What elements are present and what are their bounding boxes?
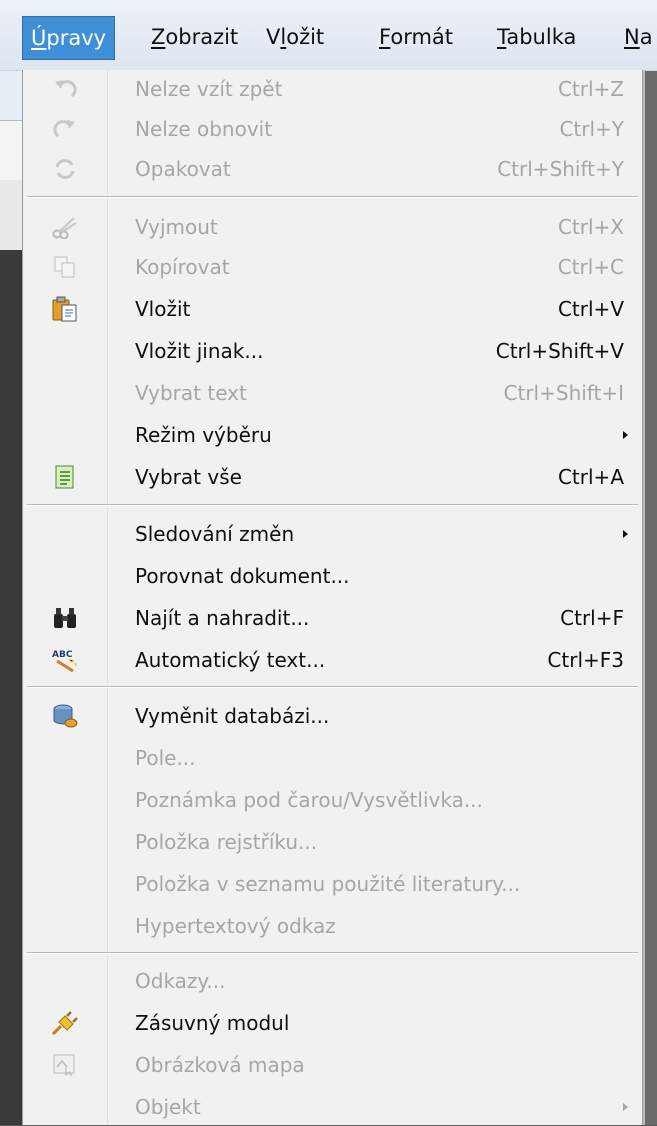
submenu-arrow-icon [623, 530, 628, 538]
menu-item-repeat[interactable]: Opakovat Ctrl+Shift+Y [23, 150, 642, 188]
menu-item-label: Nelze obnovit [135, 117, 273, 141]
menu-item-shortcut: Ctrl+Shift+I [503, 381, 624, 405]
menu-item-shortcut: Ctrl+C [557, 255, 624, 279]
menu-item-shortcut: Ctrl+Shift+Y [497, 157, 624, 181]
menu-format[interactable]: Formát [371, 14, 461, 60]
menu-item-label: Poznámka pod čarou/Vysvětlivka... [135, 788, 483, 812]
menu-item-shortcut: Ctrl+A [557, 465, 624, 489]
copy-icon [51, 253, 79, 281]
select-all-icon [51, 463, 79, 491]
menu-item-selection-mode[interactable]: Režim výběru [23, 416, 642, 454]
menu-item-shortcut: Ctrl+Z [557, 77, 624, 101]
menu-item-select-all[interactable]: Vybrat vše Ctrl+A [23, 458, 642, 496]
menu-item-undo[interactable]: Nelze vzít zpět Ctrl+Z [23, 70, 642, 108]
menu-item-find-replace[interactable]: Najít a nahradit... Ctrl+F [23, 599, 642, 637]
svg-text:ABC: ABC [52, 650, 73, 660]
menu-item-shortcut: Ctrl+V [557, 297, 624, 321]
menu-item-links[interactable]: Odkazy... [23, 962, 642, 1000]
menu-item-plugin[interactable]: Zásuvný modul [23, 1004, 642, 1042]
repeat-icon [51, 155, 79, 183]
binoculars-icon [51, 604, 79, 632]
menu-item-label: Opakovat [135, 157, 231, 181]
menu-item-autotext[interactable]: ABC Automatický text... Ctrl+F3 [23, 641, 642, 679]
menu-separator [27, 952, 638, 954]
menu-item-paste[interactable]: Vložit Ctrl+V [23, 290, 642, 328]
paste-icon [51, 295, 79, 323]
menu-item-redo[interactable]: Nelze obnovit Ctrl+Y [23, 110, 642, 148]
menu-bar: Úpravy Zobrazit Vložit Formát Tabulka Na [0, 0, 657, 71]
menu-item-label: Najít a nahradit... [135, 606, 310, 630]
menu-separator [27, 504, 638, 506]
menu-item-fields[interactable]: Pole... [23, 739, 642, 777]
menu-item-label: Porovnat dokument... [135, 564, 350, 588]
submenu-arrow-icon [623, 431, 628, 439]
menu-zobrazit[interactable]: Zobrazit [143, 14, 246, 60]
menu-item-shortcut: Ctrl+X [557, 215, 624, 239]
menu-na[interactable]: Na [616, 14, 657, 60]
menu-separator [27, 686, 638, 688]
menu-upravy[interactable]: Úpravy [22, 16, 116, 60]
menu-item-paste-special[interactable]: Vložit jinak... Ctrl+Shift+V [23, 332, 642, 370]
background-window [0, 0, 22, 1125]
menu-item-label: Vybrat text [135, 381, 247, 405]
menu-item-label: Kopírovat [135, 255, 230, 279]
menu-item-label: Položka v seznamu použité literatury... [135, 872, 521, 896]
menu-item-bibliography-entry[interactable]: Položka v seznamu použité literatury... [23, 865, 642, 903]
menu-item-image-map[interactable]: Obrázková mapa [23, 1046, 642, 1084]
menu-item-label: Vyjmout [135, 215, 218, 239]
menu-item-label: Položka rejstříku... [135, 830, 318, 854]
menu-item-shortcut: Ctrl+F3 [547, 648, 624, 672]
database-icon [51, 702, 79, 730]
menu-item-object[interactable]: Objekt [23, 1088, 642, 1126]
menu-item-label: Odkazy... [135, 969, 226, 993]
menu-item-label: Obrázková mapa [135, 1053, 305, 1077]
menu-item-index-entry[interactable]: Položka rejstříku... [23, 823, 642, 861]
scissors-icon [51, 213, 79, 241]
menu-item-label: Vyměnit databázi... [135, 704, 330, 728]
menu-item-shortcut: Ctrl+Shift+V [495, 339, 624, 363]
undo-icon [51, 75, 79, 103]
menu-item-label: Hypertextový odkaz [135, 914, 336, 938]
menu-item-select-text[interactable]: Vybrat text Ctrl+Shift+I [23, 374, 642, 412]
imagemap-icon [51, 1051, 79, 1079]
menu-item-cut[interactable]: Vyjmout Ctrl+X [23, 208, 642, 246]
menu-item-label: Automatický text... [135, 648, 326, 672]
plugin-icon [51, 1009, 79, 1037]
menu-item-compare-document[interactable]: Porovnat dokument... [23, 557, 642, 595]
menu-item-label: Zásuvný modul [135, 1011, 290, 1035]
menu-item-label: Nelze vzít zpět [135, 77, 283, 101]
menu-item-label: Sledování změn [135, 522, 295, 546]
menu-item-label: Vložit [135, 297, 191, 321]
menu-item-shortcut: Ctrl+Y [559, 117, 624, 141]
redo-icon [51, 115, 79, 143]
menu-separator [27, 196, 638, 198]
background-window-edge [643, 70, 657, 1125]
menu-item-track-changes[interactable]: Sledování změn [23, 515, 642, 553]
menu-item-label: Vybrat vše [135, 465, 242, 489]
autotext-icon: ABC [51, 646, 79, 674]
menu-tabulka[interactable]: Tabulka [489, 14, 584, 60]
edit-menu-dropdown: Nelze vzít zpět Ctrl+Z Nelze obnovit Ctr… [22, 70, 643, 1125]
menu-item-label: Režim výběru [135, 423, 272, 447]
menu-item-exchange-database[interactable]: Vyměnit databázi... [23, 697, 642, 735]
menu-item-hyperlink[interactable]: Hypertextový odkaz [23, 907, 642, 945]
menu-item-shortcut: Ctrl+F [560, 606, 624, 630]
menu-item-label: Vložit jinak... [135, 339, 264, 363]
menu-item-copy[interactable]: Kopírovat Ctrl+C [23, 248, 642, 286]
menu-vlozit[interactable]: Vložit [258, 14, 332, 60]
menu-item-label: Objekt [135, 1095, 201, 1119]
menu-item-label: Pole... [135, 746, 196, 770]
submenu-arrow-icon [623, 1103, 628, 1111]
menu-item-footnote[interactable]: Poznámka pod čarou/Vysvětlivka... [23, 781, 642, 819]
